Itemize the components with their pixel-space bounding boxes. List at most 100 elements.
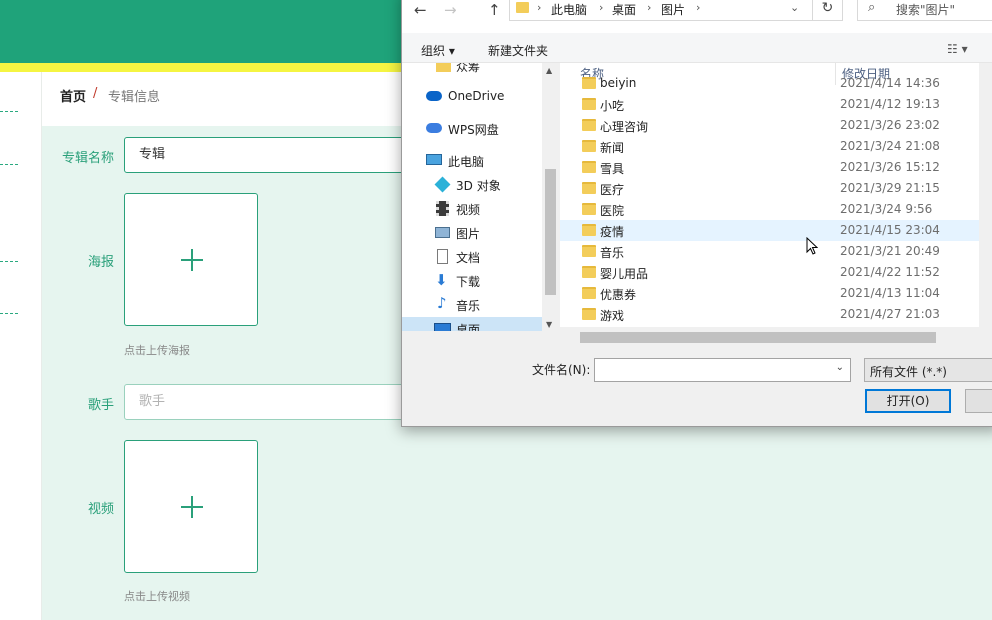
tree-item-label: OneDrive — [448, 89, 505, 103]
tree-item-label: 下载 — [456, 275, 481, 289]
folder-icon — [582, 287, 596, 299]
plus-icon — [181, 249, 203, 271]
tree-item-label: 图片 — [456, 227, 481, 241]
folder-icon — [582, 77, 596, 89]
breadcrumb-separator: / — [93, 86, 98, 101]
tree-item-onedrive[interactable]: OneDrive — [402, 85, 542, 109]
tree-item-label: WPS网盘 — [448, 123, 499, 137]
address-segment-desktop[interactable]: 桌面 — [612, 1, 636, 18]
file-row[interactable]: 新闻2021/3/24 21:08文 — [560, 136, 992, 157]
forward-arrow-icon[interactable]: → — [444, 1, 457, 19]
tree-item-label: 视频 — [456, 203, 481, 217]
poster-upload-hint: 点击上传海报 — [124, 344, 190, 357]
singer-label: 歌手 — [87, 398, 114, 413]
album-name-input[interactable]: 专辑 — [124, 137, 424, 173]
navigation-scrollbar[interactable]: ▲ ▼ — [542, 63, 559, 331]
file-row[interactable]: 医院2021/3/24 9:56文 — [560, 199, 992, 220]
sidebar-divider — [0, 313, 18, 314]
file-type-value: 所有文件 (*.*) — [870, 365, 947, 379]
sidebar-divider — [0, 261, 18, 262]
chevron-down-icon[interactable]: ⌄ — [836, 362, 844, 373]
file-list: 名称 修改日期 类 ˄ beiyin2021/4/14 14:36文小吃2021… — [560, 63, 992, 327]
chevron-right-icon: › — [696, 1, 701, 14]
search-input[interactable]: ⌕ 搜索"图片" — [857, 0, 992, 21]
cloud-icon — [426, 91, 442, 101]
filename-label: 文件名(N): — [532, 363, 591, 377]
mouse-cursor-icon — [806, 237, 818, 255]
download-icon: ⬇ — [435, 271, 448, 289]
tree-item-music[interactable]: ♪ 音乐 — [402, 293, 542, 317]
file-row[interactable]: 疫情2021/4/15 23:04文 — [560, 220, 992, 241]
breadcrumb-current: 专辑信息 — [108, 90, 161, 105]
address-segment-pictures[interactable]: 图片 — [661, 1, 685, 18]
open-button[interactable]: 打开(O) — [865, 389, 951, 413]
file-date: 2021/4/27 21:03 — [840, 307, 940, 321]
breadcrumb-home[interactable]: 首页 — [60, 86, 86, 105]
file-list-hscrollbar[interactable] — [560, 329, 992, 345]
folder-icon — [582, 203, 596, 215]
filename-input[interactable]: ⌄ — [594, 358, 851, 382]
up-arrow-icon[interactable]: ↑ — [488, 1, 501, 19]
file-row[interactable]: 优惠券2021/4/13 11:04文 — [560, 283, 992, 304]
folder-icon — [516, 2, 529, 13]
open-file-dialog: ← → ↑ › 此电脑 › 桌面 › 图片 › ⌄ ↻ ⌕ 搜索"图片" 组织 … — [401, 0, 992, 427]
scrollbar-thumb[interactable] — [580, 332, 936, 343]
file-row[interactable]: 心理咨询2021/3/26 23:02文 — [560, 115, 992, 136]
file-name: 医疗 — [600, 183, 625, 197]
file-date: 2021/3/26 23:02 — [840, 118, 940, 132]
view-options-icon[interactable]: ☷ ▾ — [947, 42, 968, 56]
folder-icon — [582, 182, 596, 194]
tree-item-videos[interactable]: 视频 — [402, 197, 542, 221]
folder-icon — [582, 119, 596, 131]
file-date: 2021/3/26 15:12 — [840, 160, 940, 174]
tree-item-downloads[interactable]: ⬇ 下载 — [402, 269, 542, 293]
tree-item-this-pc[interactable]: 此电脑 — [402, 149, 542, 173]
file-row[interactable]: 小吃2021/4/12 19:13文 — [560, 94, 992, 115]
sidebar-divider — [0, 111, 18, 112]
video-upload[interactable] — [124, 440, 258, 573]
folder-icon — [582, 266, 596, 278]
scroll-down-icon[interactable]: ▼ — [546, 320, 552, 329]
computer-icon — [426, 154, 442, 165]
file-type-select[interactable]: 所有文件 (*.*) — [864, 358, 992, 382]
back-arrow-icon[interactable]: ← — [414, 1, 427, 19]
file-row[interactable]: 医疗2021/3/29 21:15文 — [560, 178, 992, 199]
tree-item-3d-objects[interactable]: 3D 对象 — [402, 173, 542, 197]
refresh-icon[interactable]: ↻ — [812, 0, 843, 21]
file-row[interactable]: 音乐2021/3/21 20:49文 — [560, 241, 992, 262]
folder-icon — [582, 245, 596, 257]
picture-icon — [435, 227, 450, 238]
video-upload-hint: 点击上传视频 — [124, 590, 190, 603]
file-list-scrollbar[interactable] — [979, 63, 992, 327]
cancel-button[interactable] — [965, 389, 992, 413]
sidebar-divider — [0, 164, 18, 165]
folder-icon — [582, 224, 596, 236]
tree-item-documents[interactable]: 文档 — [402, 245, 542, 269]
file-row[interactable]: 雪具2021/3/26 15:12文 — [560, 157, 992, 178]
chevron-down-icon[interactable]: ⌄ — [790, 1, 799, 14]
scroll-up-icon[interactable]: ▲ — [546, 66, 552, 75]
tree-item-desktop[interactable]: 桌面 — [402, 317, 542, 331]
tree-item-label: 桌面 — [456, 323, 481, 331]
new-folder-button[interactable]: 新建文件夹 — [488, 42, 548, 59]
file-name: 心理咨询 — [600, 120, 649, 134]
address-bar[interactable]: › 此电脑 › 桌面 › 图片 › ⌄ — [509, 0, 834, 21]
file-row[interactable]: 游戏2021/4/27 21:03文 — [560, 304, 992, 325]
tree-item-wps[interactable]: WPS网盘 — [402, 117, 542, 141]
file-name: 医院 — [600, 204, 625, 218]
chevron-right-icon: › — [647, 1, 652, 14]
scrollbar-thumb[interactable] — [545, 169, 556, 295]
file-date: 2021/4/12 19:13 — [840, 97, 940, 111]
file-row[interactable]: 婴儿用品2021/4/22 11:52文 — [560, 262, 992, 283]
file-row[interactable]: beiyin2021/4/14 14:36文 — [560, 73, 992, 94]
tree-item-zhongchou[interactable]: 众筹 — [402, 63, 542, 77]
tree-item-pictures[interactable]: 图片 — [402, 221, 542, 245]
tree-item-label: 3D 对象 — [456, 179, 501, 193]
file-date: 2021/3/29 21:15 — [840, 181, 940, 195]
singer-input[interactable]: 歌手 — [124, 384, 424, 420]
poster-upload[interactable] — [124, 193, 258, 326]
video-label: 视频 — [87, 502, 114, 517]
video-icon — [436, 201, 449, 216]
address-segment-this-pc[interactable]: 此电脑 — [551, 1, 587, 18]
organize-menu[interactable]: 组织 ▾ — [421, 42, 455, 59]
